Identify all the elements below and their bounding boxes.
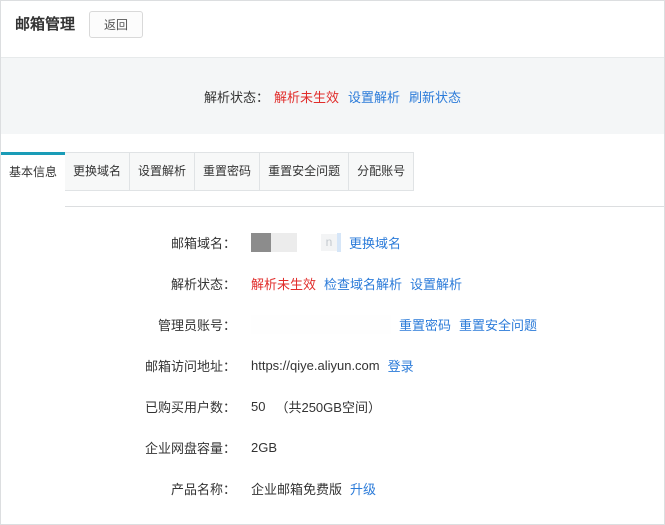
row-purchased-users: 已购买用户数： 50 （共250GB空间） — [1, 386, 664, 427]
row-label: 解析状态： — [170, 277, 236, 292]
row-label: 企业网盘容量： — [144, 441, 236, 456]
upgrade-link[interactable]: 升级 — [350, 479, 376, 498]
tab-basic-info[interactable]: 基本信息 — [1, 152, 66, 208]
resolution-status-banner: 解析状态： 解析未生效 设置解析 刷新状态 — [1, 57, 664, 134]
product-name-value: 企业邮箱免费版 — [251, 482, 343, 497]
header: 邮箱管理 返回 — [1, 1, 664, 57]
check-domain-resolution-link[interactable]: 检查域名解析 — [324, 274, 402, 293]
row-label: 产品名称： — [170, 482, 236, 497]
reset-password-link[interactable]: 重置密码 — [399, 315, 451, 334]
tab-change-domain[interactable]: 更换域名 — [64, 152, 131, 191]
mail-admin-panel: 邮箱管理 返回 解析状态： 解析未生效 设置解析 刷新状态 基本信息 更换域名 … — [0, 0, 665, 525]
resolution-status-text: 解析未生效 — [251, 277, 317, 292]
row-mail-access-url: 邮箱访问地址： https://qiye.aliyun.com 登录 — [1, 345, 664, 386]
row-resolution-status: 解析状态： 解析未生效 检查域名解析 设置解析 — [1, 263, 664, 304]
reset-security-question-link[interactable]: 重置安全问题 — [459, 315, 537, 334]
redacted-admin-account — [251, 315, 391, 334]
row-label: 管理员账号： — [157, 318, 236, 333]
banner-refresh-status-link[interactable]: 刷新状态 — [409, 87, 461, 106]
tab-reset-security-question[interactable]: 重置安全问题 — [259, 152, 350, 191]
page-title: 邮箱管理 — [15, 16, 76, 33]
set-resolution-link[interactable]: 设置解析 — [410, 274, 462, 293]
banner-set-resolution-link[interactable]: 设置解析 — [348, 87, 400, 106]
redacted-domain-block — [251, 233, 271, 252]
row-label: 邮箱域名： — [170, 236, 236, 251]
row-disk-capacity: 企业网盘容量： 2GB — [1, 427, 664, 468]
redacted-domain-block — [271, 233, 297, 252]
change-domain-link[interactable]: 更换域名 — [349, 233, 401, 252]
selection-artifact — [337, 233, 341, 252]
row-admin-account: 管理员账号： 重置密码 重置安全问题 — [1, 304, 664, 345]
row-label: 已购买用户数： — [144, 400, 236, 415]
row-label: 邮箱访问地址： — [144, 359, 236, 374]
tab-set-resolution[interactable]: 设置解析 — [129, 152, 196, 191]
login-link[interactable]: 登录 — [388, 356, 414, 375]
banner-status-text: 解析未生效 — [273, 89, 339, 105]
row-mail-domain: 邮箱域名： n 更换域名 — [1, 222, 664, 263]
tab-reset-password[interactable]: 重置密码 — [194, 152, 261, 191]
purchased-users-count: 50 — [251, 399, 266, 414]
redacted-domain-hint: n — [321, 234, 337, 251]
row-product-name: 产品名称： 企业邮箱免费版 升级 — [1, 468, 664, 509]
banner-label: 解析状态： — [203, 89, 269, 105]
tab-assign-accounts[interactable]: 分配账号 — [348, 152, 415, 191]
redacted-domain-gap — [297, 233, 321, 252]
disk-capacity-value: 2GB — [251, 440, 278, 455]
tab-bar: 基本信息 更换域名 设置解析 重置密码 重置安全问题 分配账号 — [1, 152, 664, 208]
mail-access-url: https://qiye.aliyun.com — [251, 358, 380, 373]
back-button[interactable]: 返回 — [89, 11, 144, 38]
basic-info-panel: 邮箱域名： n 更换域名 解析状态： 解析未生效 检查域名解析 设置解析 管理员… — [1, 207, 664, 509]
storage-note: （共250GB空间） — [275, 400, 381, 415]
